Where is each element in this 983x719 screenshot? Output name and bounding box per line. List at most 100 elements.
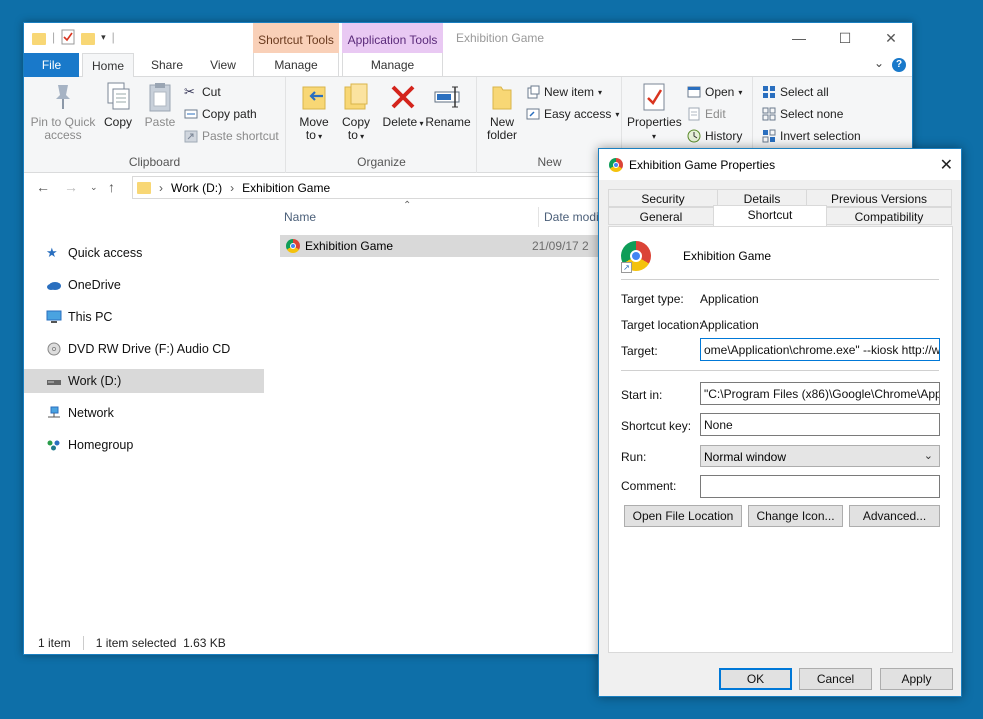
quick-access-toolbar: | ▾ | [32, 29, 115, 45]
tab-shortcut[interactable]: Shortcut [713, 205, 827, 226]
invert-selection-label: Invert selection [780, 129, 861, 143]
apply-button[interactable]: Apply [880, 668, 953, 690]
nav-network[interactable]: Network [24, 401, 264, 425]
move-to-button[interactable]: Move to ▾ [295, 81, 333, 143]
tab-share[interactable]: Share [146, 53, 188, 77]
organize-label: Organize [357, 155, 406, 169]
cut-label: Cut [202, 85, 221, 99]
history-button[interactable]: History [687, 126, 742, 146]
easy-access-button[interactable]: Easy access ▾ [526, 104, 619, 124]
tab-view[interactable]: View [202, 53, 244, 77]
customize-qat-icon[interactable]: ▾ [101, 32, 106, 43]
run-select[interactable]: Normal window ⌄ [700, 445, 940, 467]
advanced-button[interactable]: Advanced... [849, 505, 940, 527]
computer-icon [46, 310, 62, 323]
paste-shortcut-icon [184, 130, 198, 143]
close-button[interactable]: ✕ [868, 27, 914, 49]
select-all-button[interactable]: Select all [762, 82, 829, 102]
ok-button[interactable]: OK [719, 668, 792, 690]
dialog-close-icon[interactable]: ✕ [940, 155, 953, 175]
collapse-ribbon-icon[interactable]: ⌄ [874, 56, 884, 70]
nav-label: OneDrive [68, 278, 121, 292]
minimize-button[interactable]: — [776, 27, 822, 49]
chevron-down-icon: ⌄ [923, 450, 933, 462]
open-button[interactable]: Open ▾ [687, 82, 742, 102]
maximize-button[interactable]: ☐ [822, 27, 868, 49]
properties-check-icon[interactable] [61, 29, 75, 45]
dialog-title: Exhibition Game Properties [629, 157, 776, 172]
open-file-location-button[interactable]: Open File Location [624, 505, 742, 527]
copy-button[interactable]: Copy [98, 81, 138, 129]
nav-dvd-drive[interactable]: DVD RW Drive (F:) Audio CD [24, 337, 264, 361]
forward-arrow-icon[interactable]: → [64, 179, 78, 195]
tab-manage-shortcut[interactable]: Manage [253, 53, 339, 77]
paste-shortcut-button[interactable]: Paste shortcut [184, 126, 279, 146]
copy-path-icon [184, 109, 198, 119]
nav-onedrive[interactable]: OneDrive [24, 273, 264, 297]
target-location-value: Application [700, 318, 759, 332]
cloud-icon [47, 282, 61, 290]
nav-quick-access[interactable]: ★ Quick access [24, 241, 264, 265]
column-header-date[interactable]: Date modi [544, 210, 599, 224]
properties-icon [643, 83, 665, 111]
start-in-input[interactable]: "C:\Program Files (x86)\Google\Chrome\Ap… [700, 382, 940, 405]
cancel-button[interactable]: Cancel [799, 668, 872, 690]
comment-input[interactable] [700, 475, 940, 498]
up-arrow-icon[interactable]: ↑ [108, 179, 115, 195]
shortcut-key-input[interactable]: None [700, 413, 940, 436]
copy-to-button[interactable]: Copy to ▾ [337, 81, 375, 143]
nav-label: This PC [68, 310, 113, 324]
tab-security[interactable]: Security [608, 189, 718, 207]
rename-button[interactable]: Rename [425, 81, 471, 129]
cut-button[interactable]: ✂ Cut [184, 82, 221, 102]
window-title: Exhibition Game [456, 31, 545, 45]
drive-icon [47, 380, 61, 385]
address-bar[interactable]: › Work (D:) › Exhibition Game [132, 176, 612, 199]
breadcrumb-drive[interactable]: Work (D:) [171, 181, 222, 195]
nav-homegroup[interactable]: Homegroup [24, 433, 264, 457]
target-input[interactable]: ome\Application\chrome.exe" --kiosk http… [700, 338, 940, 361]
tab-file[interactable]: File [24, 53, 79, 77]
paste-shortcut-label: Paste shortcut [202, 129, 279, 143]
select-none-button[interactable]: Select none [762, 104, 843, 124]
tab-previous-versions[interactable]: Previous Versions [806, 189, 952, 207]
run-label: Run: [621, 450, 647, 464]
copy-icon [107, 82, 130, 110]
target-location-label: Target location: [621, 318, 703, 332]
edit-button[interactable]: Edit [687, 104, 726, 124]
new-item-button[interactable]: New item ▾ [526, 82, 602, 102]
history-label: History [705, 129, 743, 143]
copy-to-icon [344, 83, 368, 110]
clipboard-label: Clipboard [128, 155, 181, 169]
nav-this-pc[interactable]: This PC [24, 305, 264, 329]
copy-path-label: Copy path [202, 107, 257, 121]
delete-x-icon [391, 85, 415, 109]
recent-locations-icon[interactable]: ⌄ [90, 182, 98, 193]
new-folder-button[interactable]: New folder [482, 81, 522, 142]
invert-selection-icon [762, 129, 776, 143]
comment-label: Comment: [621, 479, 677, 493]
rename-label: Rename [425, 115, 471, 129]
properties-button[interactable]: Properties ▾ [627, 81, 682, 143]
back-arrow-icon[interactable]: ← [36, 179, 50, 195]
tab-general[interactable]: General [608, 207, 714, 225]
tab-compatibility[interactable]: Compatibility [826, 207, 952, 225]
breadcrumb-folder[interactable]: Exhibition Game [242, 181, 330, 195]
delete-button[interactable]: Delete ▾ [381, 81, 425, 130]
address-folder-icon [137, 181, 151, 194]
nav-work-drive[interactable]: Work (D:) [24, 369, 264, 393]
change-icon-button[interactable]: Change Icon... [748, 505, 843, 527]
nav-label: Homegroup [68, 438, 134, 452]
copy-path-button[interactable]: Copy path [184, 104, 257, 124]
pin-quick-access-button[interactable]: Pin to Quick access [30, 81, 96, 142]
tab-home[interactable]: Home [82, 53, 134, 78]
paste-button[interactable]: Paste [140, 81, 180, 129]
move-to-icon [302, 86, 326, 110]
invert-selection-button[interactable]: Invert selection [762, 126, 861, 146]
tab-manage-application[interactable]: Manage [342, 53, 443, 77]
column-header-name[interactable]: Name [284, 210, 316, 224]
help-icon[interactable]: ? [892, 58, 906, 72]
properties-label: Properties [627, 115, 682, 129]
new-folder-icon[interactable] [81, 33, 96, 45]
file-date: 21/09/17 2 [532, 239, 589, 253]
